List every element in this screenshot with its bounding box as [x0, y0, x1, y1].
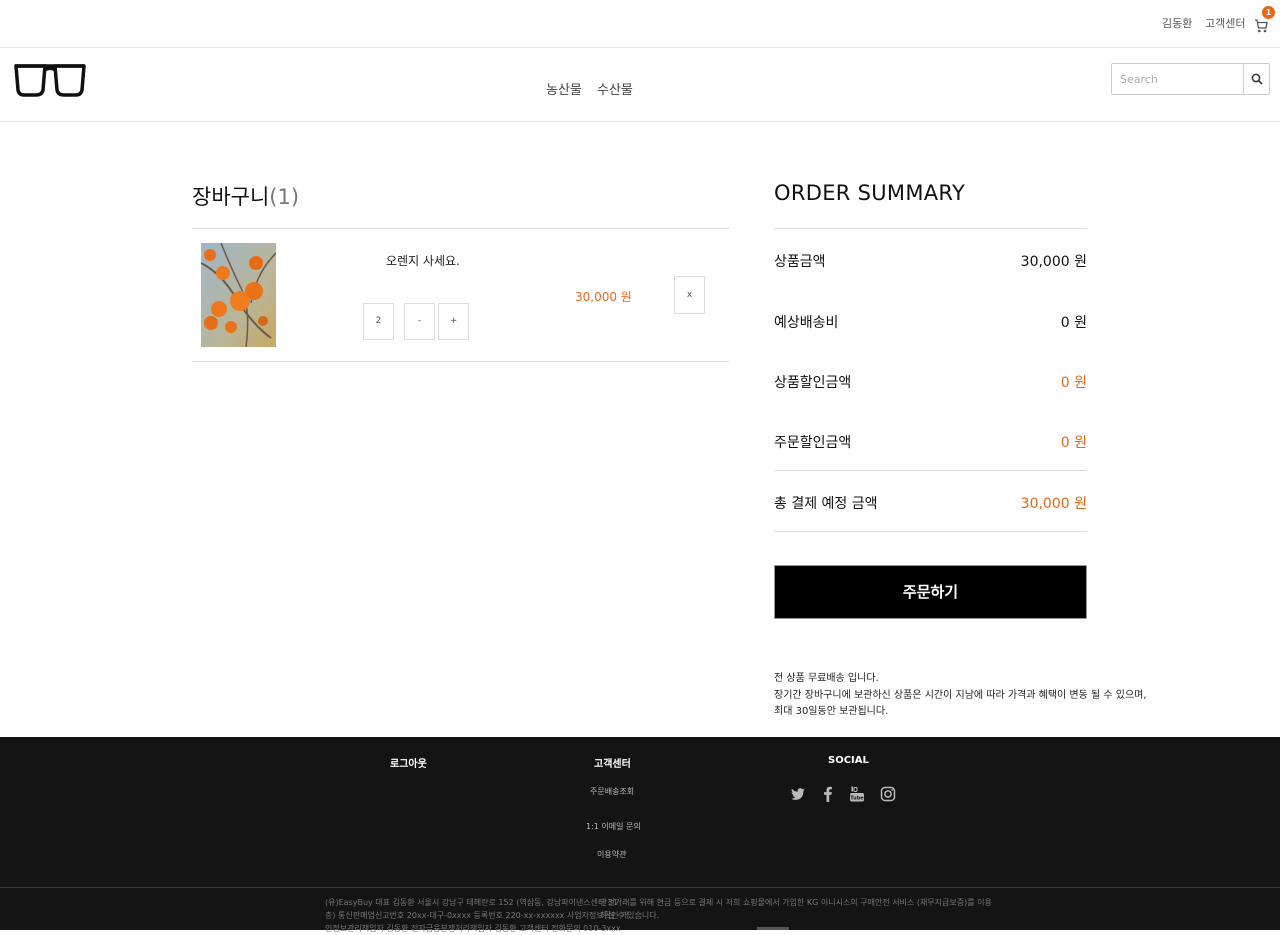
- escrow-notice-line: 안전거래를 위해 현금 등으로 결제 시 저희 쇼핑몰에서 가입한 KG 이니시…: [600, 898, 992, 907]
- facebook-icon[interactable]: [820, 786, 836, 802]
- search-button[interactable]: [1243, 64, 1270, 94]
- support-link[interactable]: 고객센터: [1205, 15, 1245, 31]
- glasses-logo[interactable]: [14, 62, 86, 102]
- notice-line: 전 상품 무료배송 입니다.: [774, 673, 879, 684]
- cart-button[interactable]: 1: [1254, 6, 1276, 34]
- product-photo: [201, 243, 276, 347]
- user-name-link[interactable]: 김동환: [1162, 15, 1192, 31]
- place-order-button[interactable]: 주문하기: [774, 565, 1087, 619]
- total-label: 총 결제 예정 금액: [774, 496, 878, 512]
- company-info: (유)EasyBuy 대표 김동환 서울시 강남구 테헤란로 152 (역삼동,…: [325, 896, 628, 935]
- logout-link[interactable]: 로그아웃: [390, 755, 427, 770]
- terms-link[interactable]: 이용약관: [597, 849, 626, 860]
- cart-top-divider: [192, 228, 729, 229]
- quantity-field[interactable]: 2: [363, 303, 394, 340]
- summary-bottom-divider: [774, 531, 1087, 532]
- email-inquiry-link[interactable]: 1:1 이메일 문의: [586, 821, 641, 832]
- social-title: SOCIAL: [828, 755, 869, 766]
- nav-item-agricultural[interactable]: 농산물: [546, 79, 582, 98]
- order-discount-label: 주문할인금액: [774, 435, 852, 451]
- order-discount-value: 0 원: [1060, 435, 1087, 451]
- company-info-line: (유)EasyBuy 대표 김동환 서울시 강남구 테헤란로 152 (역삼동,…: [325, 898, 619, 907]
- footer: 로그아웃 고객센터 주문배송조회 1:1 이메일 문의 이용약관 SOCIAL …: [0, 737, 1280, 933]
- company-info-line: 층) 통신판매업신고번호 20xx-대구-0xxxx 등록번호 220-xx-x…: [325, 911, 629, 920]
- youtube-icon[interactable]: Tube: [849, 786, 865, 802]
- svg-text:Tube: Tube: [850, 796, 864, 802]
- cart-icon: [1255, 19, 1268, 33]
- nav-item-seafood[interactable]: 수산물: [597, 79, 633, 98]
- cart-item-count: (1): [269, 185, 300, 209]
- product-image[interactable]: [201, 243, 276, 347]
- cart-notice: 전 상품 무료배송 입니다. 장기간 장바구니에 보관하신 상품은 시간이 지남…: [774, 671, 1147, 721]
- decrease-quantity-button[interactable]: -: [404, 303, 435, 340]
- escrow-notice: 안전거래를 위해 현금 등으로 결제 시 저희 쇼핑몰에서 가입한 KG 이니시…: [600, 896, 992, 922]
- summary-top-divider: [774, 228, 1087, 229]
- remove-item-button[interactable]: x: [674, 276, 705, 314]
- glasses-icon: [14, 64, 86, 97]
- twitter-icon[interactable]: [790, 786, 806, 802]
- footer-divider: [0, 887, 1280, 888]
- instagram-icon[interactable]: [880, 786, 896, 802]
- cart-title: 장바구니(1): [192, 181, 299, 211]
- top-utility-bar: 김동환 고객센터 1: [0, 0, 1280, 48]
- cart-count-badge: 1: [1262, 6, 1275, 19]
- shipping-label: 예상배송비: [774, 315, 839, 331]
- notice-line: 장기간 장바구니에 보관하신 상품은 시간이 지남에 따라 가격과 혜택이 변동…: [774, 689, 1147, 701]
- total-value: 30,000 원: [1020, 496, 1087, 512]
- order-tracking-link[interactable]: 주문배송조회: [590, 786, 634, 797]
- item-price: 30,000 원: [575, 290, 632, 304]
- cart-bottom-divider: [192, 361, 729, 362]
- search-box: [1111, 63, 1270, 95]
- product-name[interactable]: 오렌지 사세요.: [386, 252, 460, 269]
- search-input[interactable]: [1112, 64, 1243, 94]
- footer-support-title: 고객센터: [594, 759, 631, 770]
- search-icon: [1251, 73, 1263, 85]
- product-discount-value: 0 원: [1060, 375, 1087, 391]
- subtotal-label: 상품금액: [774, 254, 826, 270]
- order-summary-title: ORDER SUMMARY: [774, 181, 966, 205]
- notice-line: 최대 30일동안 보관됩니다.: [774, 706, 889, 717]
- subtotal-value: 30,000 원: [1020, 254, 1087, 270]
- main-header: 농산물 수산물: [0, 48, 1280, 122]
- company-info-line: 인정보관리책임자 김동환 전자금융분쟁처리책임자 김동환 고객센터 전화문의 0…: [325, 924, 621, 933]
- escrow-notice-line: 하실 수 있습니다.: [600, 911, 660, 920]
- increase-quantity-button[interactable]: +: [438, 303, 469, 340]
- cart-title-text: 장바구니: [192, 185, 270, 209]
- product-discount-label: 상품할인금액: [774, 375, 852, 391]
- summary-total-divider: [774, 470, 1087, 471]
- shipping-value: 0 원: [1060, 315, 1087, 331]
